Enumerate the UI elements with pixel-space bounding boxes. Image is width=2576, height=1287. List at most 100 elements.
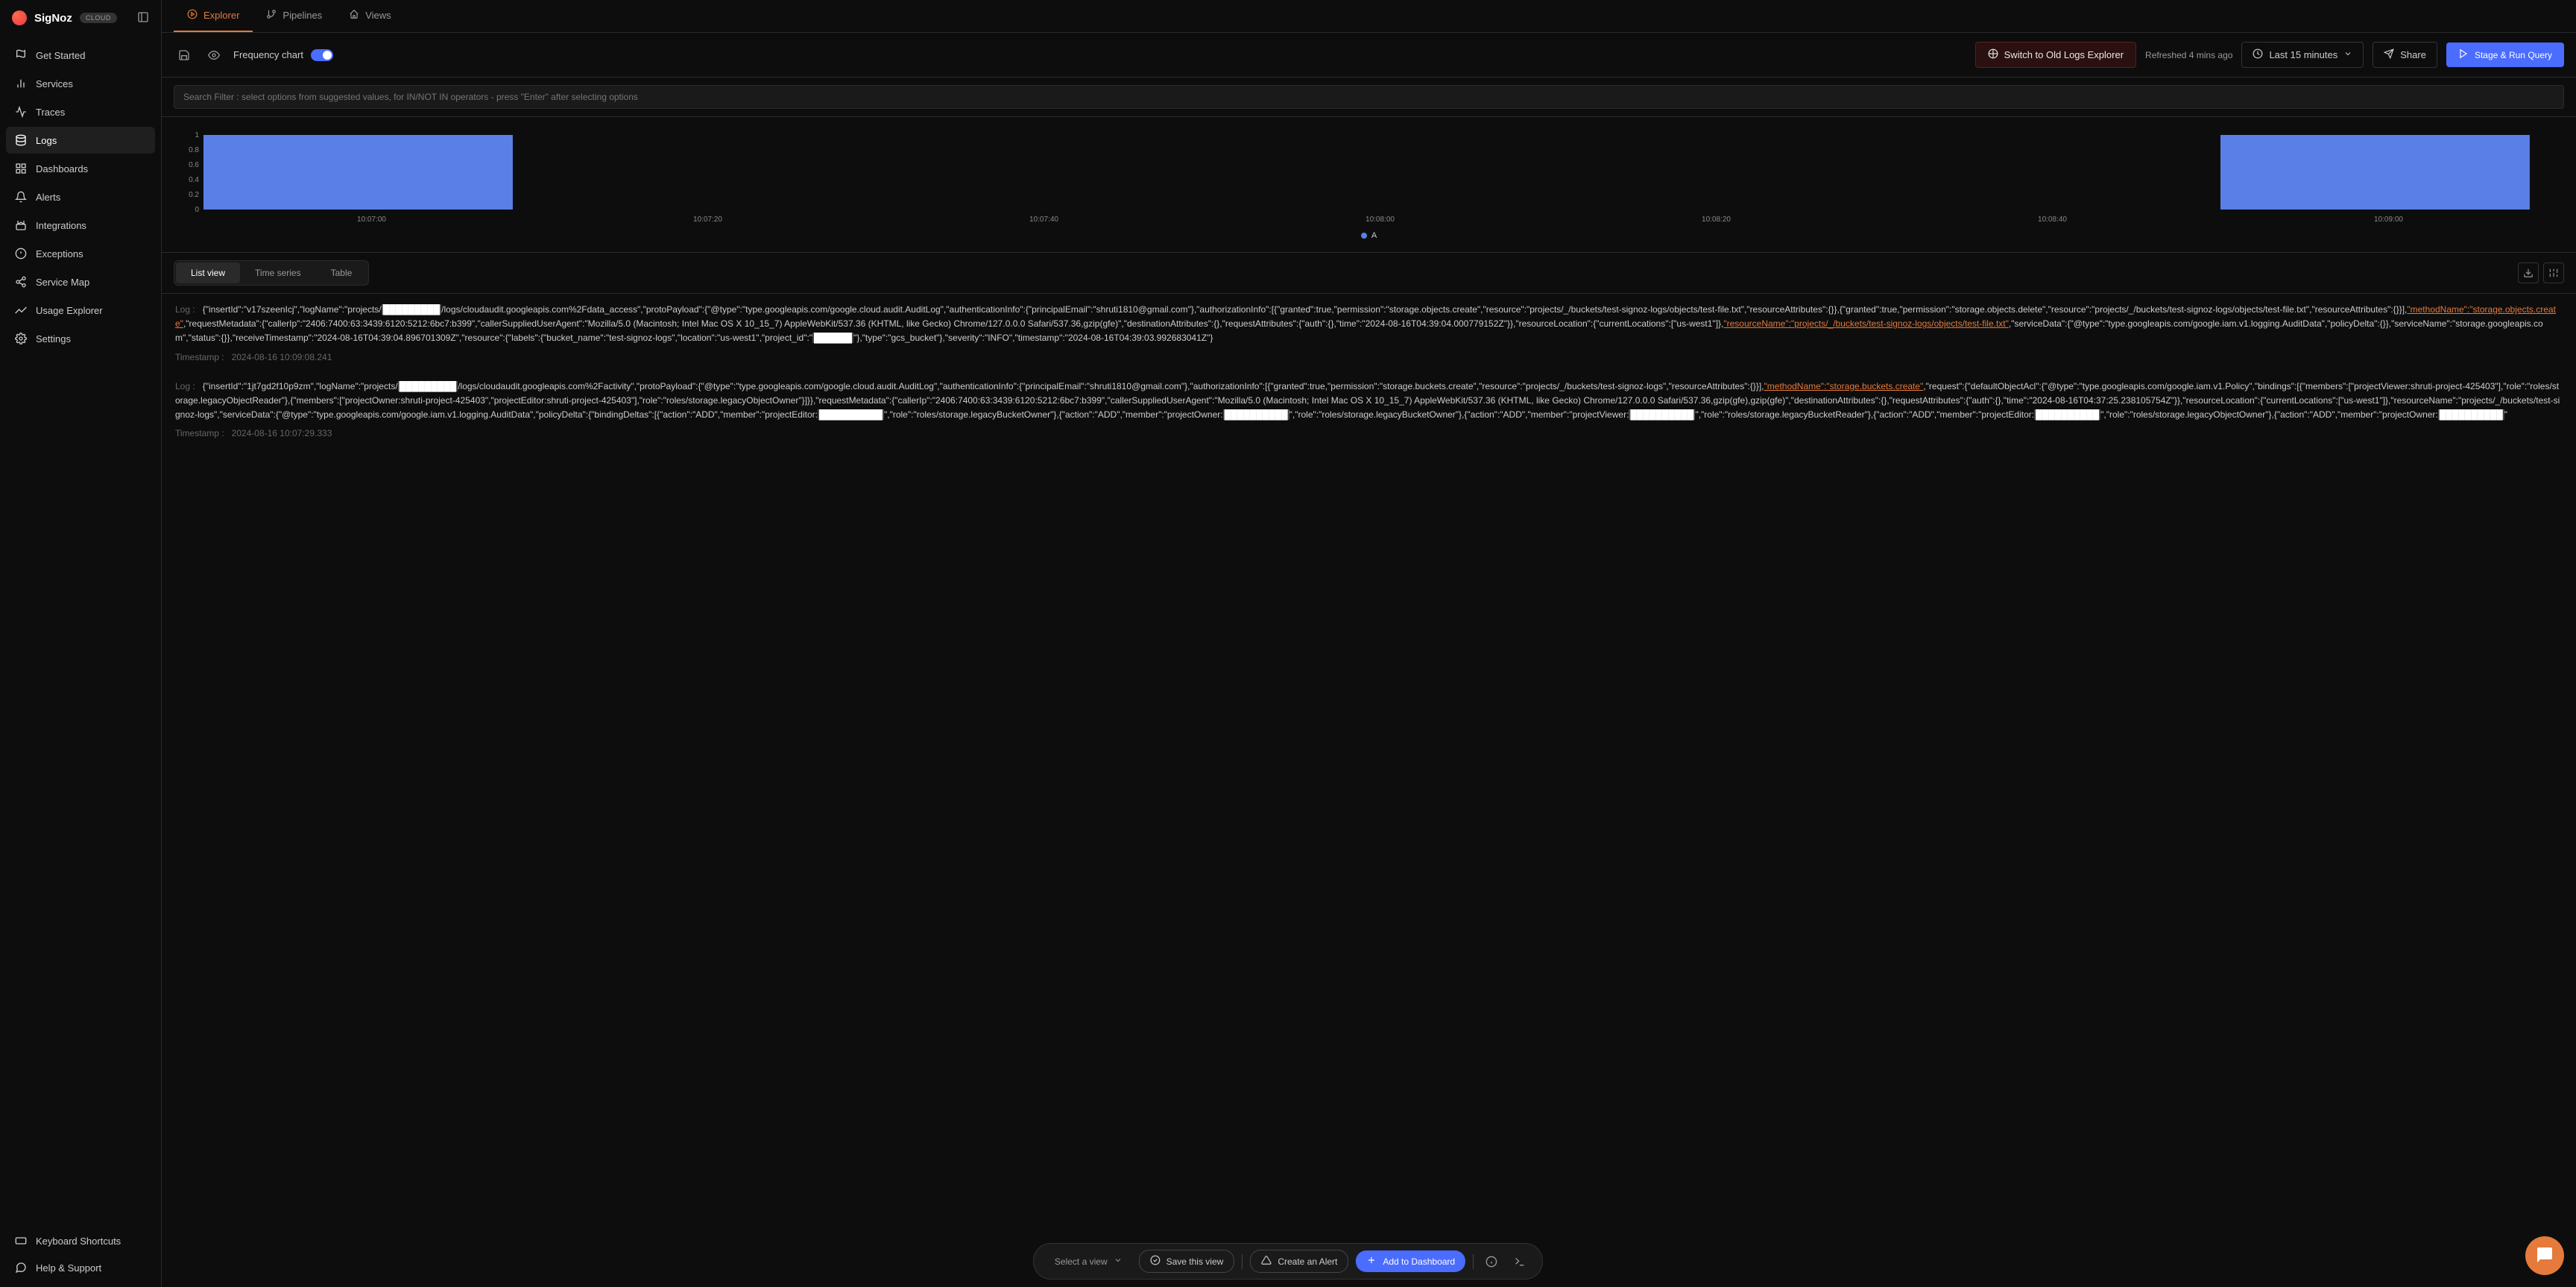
sidebar-bottom: Keyboard Shortcuts Help & Support bbox=[0, 1221, 161, 1287]
sidebar-item-dashboards[interactable]: Dashboards bbox=[6, 155, 155, 182]
log-label: Log : bbox=[175, 304, 195, 315]
sidebar-item-logs[interactable]: Logs bbox=[6, 127, 155, 154]
exceptions-icon bbox=[15, 248, 27, 259]
svg-text:10:08:00: 10:08:00 bbox=[1366, 215, 1395, 224]
send-icon bbox=[2384, 48, 2394, 61]
log-body: {"insertId":"v17szeenIcj","logName":"pro… bbox=[175, 304, 2556, 343]
stage-run-button[interactable]: Stage & Run Query bbox=[2446, 43, 2564, 67]
time-range-label: Last 15 minutes bbox=[2269, 49, 2337, 60]
save-query-icon[interactable] bbox=[174, 45, 195, 66]
settings-sliders-icon[interactable] bbox=[2543, 262, 2564, 283]
sidebar-item-label: Keyboard Shortcuts bbox=[36, 1236, 121, 1247]
legend-dot-icon bbox=[1361, 233, 1367, 239]
toolbar: Frequency chart Switch to Old Logs Explo… bbox=[162, 33, 2576, 78]
info-icon[interactable] bbox=[1481, 1251, 1502, 1272]
tab-label: Views bbox=[365, 10, 391, 21]
tab-views[interactable]: Views bbox=[335, 0, 404, 32]
sidebar-item-label: Alerts bbox=[36, 192, 60, 203]
sidebar-item-get-started[interactable]: Get Started bbox=[6, 42, 155, 69]
svg-text:0.4: 0.4 bbox=[189, 176, 199, 184]
sidebar-item-settings[interactable]: Settings bbox=[6, 325, 155, 352]
clock-icon bbox=[2253, 48, 2263, 61]
signoz-logo-icon bbox=[12, 10, 27, 25]
log-label: Log : bbox=[175, 381, 195, 391]
logo-row: SigNoz CLOUD bbox=[0, 0, 161, 36]
bottom-action-bar: Select a view Save this view Create an A… bbox=[1033, 1243, 1543, 1280]
log-body: {"insertId":"1jt7gd2f10p9zm","logName":"… bbox=[175, 381, 2560, 420]
share-label: Share bbox=[2400, 49, 2426, 60]
chevron-down-icon bbox=[1114, 1256, 1123, 1267]
tab-explorer[interactable]: Explorer bbox=[174, 0, 253, 32]
timestamp-label: Timestamp : bbox=[175, 352, 224, 362]
sidebar-item-label: Services bbox=[36, 78, 73, 89]
sidebar-item-services[interactable]: Services bbox=[6, 70, 155, 97]
triangle-alert-icon bbox=[1261, 1255, 1272, 1268]
refreshed-label: Refreshed 4 mins ago bbox=[2145, 50, 2232, 60]
chat-fab[interactable] bbox=[2525, 1236, 2564, 1275]
sidebar-item-keyboard[interactable]: Keyboard Shortcuts bbox=[6, 1227, 155, 1254]
frequency-chart-label: Frequency chart bbox=[233, 49, 303, 60]
add-dashboard-label: Add to Dashboard bbox=[1383, 1256, 1455, 1267]
legend-label: A bbox=[1371, 231, 1377, 240]
sidebar: SigNoz CLOUD Get Started Services Traces Lo… bbox=[0, 0, 162, 1287]
sidebar-item-traces[interactable]: Traces bbox=[6, 98, 155, 125]
svg-text:10:07:00: 10:07:00 bbox=[357, 215, 386, 224]
chat-icon bbox=[2536, 1246, 2554, 1266]
sidebar-item-label: Traces bbox=[36, 107, 65, 118]
sidebar-item-label: Service Map bbox=[36, 277, 89, 288]
log-entry[interactable]: Log :{"insertId":"v17szeenIcj","logName"… bbox=[175, 303, 2563, 365]
time-range-picker[interactable]: Last 15 minutes bbox=[2241, 42, 2364, 68]
switch-old-label: Switch to Old Logs Explorer bbox=[2004, 49, 2124, 60]
svg-text:10:09:00: 10:09:00 bbox=[2374, 215, 2403, 224]
terminal-icon[interactable] bbox=[1509, 1251, 1530, 1272]
logs-icon bbox=[15, 134, 27, 146]
select-view-dropdown[interactable]: Select a view bbox=[1046, 1251, 1131, 1271]
view-switcher: List view Time series Table bbox=[162, 253, 2576, 294]
add-dashboard-button[interactable]: Add to Dashboard bbox=[1356, 1250, 1465, 1272]
traces-icon bbox=[15, 106, 27, 118]
bookmark-icon bbox=[1150, 1255, 1161, 1268]
download-icon[interactable] bbox=[2518, 262, 2539, 283]
view-tab-table[interactable]: Table bbox=[316, 262, 367, 283]
chart-svg: 00.20.40.60.8110:07:0010:07:2010:07:4010… bbox=[174, 129, 2564, 226]
svg-text:10:07:20: 10:07:20 bbox=[693, 215, 722, 224]
sidebar-item-service-map[interactable]: Service Map bbox=[6, 268, 155, 295]
sidebar-item-alerts[interactable]: Alerts bbox=[6, 183, 155, 210]
timestamp-value: 2024-08-16 10:07:29.333 bbox=[232, 428, 332, 438]
play-icon bbox=[2458, 48, 2469, 61]
timestamp-label: Timestamp : bbox=[175, 428, 224, 438]
switch-old-logs-button[interactable]: Switch to Old Logs Explorer bbox=[1975, 42, 2136, 68]
save-view-button[interactable]: Save this view bbox=[1139, 1250, 1235, 1273]
share-button[interactable]: Share bbox=[2373, 42, 2437, 68]
search-row bbox=[162, 78, 2576, 117]
view-tab-list[interactable]: List view bbox=[176, 262, 240, 283]
sidebar-collapse-icon[interactable] bbox=[137, 11, 149, 25]
tab-pipelines[interactable]: Pipelines bbox=[253, 0, 335, 32]
log-entry[interactable]: Log :{"insertId":"1jt7gd2f10p9zm","logNa… bbox=[175, 380, 2563, 441]
frequency-chart-toggle[interactable] bbox=[311, 49, 333, 61]
sidebar-item-exceptions[interactable]: Exceptions bbox=[6, 240, 155, 267]
chevron-down-icon bbox=[2343, 49, 2352, 60]
sidebar-item-help[interactable]: Help & Support bbox=[6, 1254, 155, 1281]
svg-text:0.6: 0.6 bbox=[189, 161, 199, 169]
view-query-icon[interactable] bbox=[203, 45, 224, 66]
svg-text:1: 1 bbox=[195, 131, 199, 139]
sidebar-item-label: Help & Support bbox=[36, 1262, 101, 1274]
svg-text:0: 0 bbox=[195, 206, 199, 214]
sidebar-item-usage-explorer[interactable]: Usage Explorer bbox=[6, 297, 155, 324]
usage-explorer-icon bbox=[15, 304, 27, 316]
timestamp-value: 2024-08-16 10:09:08.241 bbox=[232, 352, 332, 362]
get-started-icon bbox=[15, 49, 27, 61]
sidebar-item-label: Integrations bbox=[36, 220, 86, 231]
view-tab-timeseries[interactable]: Time series bbox=[240, 262, 316, 283]
frequency-chart-toggle-group: Frequency chart bbox=[233, 49, 333, 61]
svg-text:10:08:20: 10:08:20 bbox=[1702, 215, 1731, 224]
keyboard-icon bbox=[15, 1235, 27, 1247]
chart-legend: A bbox=[174, 231, 2564, 240]
create-alert-button[interactable]: Create an Alert bbox=[1250, 1250, 1348, 1273]
sidebar-item-label: Get Started bbox=[36, 50, 85, 61]
sidebar-item-integrations[interactable]: Integrations bbox=[6, 212, 155, 239]
plus-icon bbox=[1366, 1255, 1377, 1268]
frequency-chart: 00.20.40.60.8110:07:0010:07:2010:07:4010… bbox=[162, 117, 2576, 253]
search-filter-input[interactable] bbox=[174, 85, 2564, 109]
